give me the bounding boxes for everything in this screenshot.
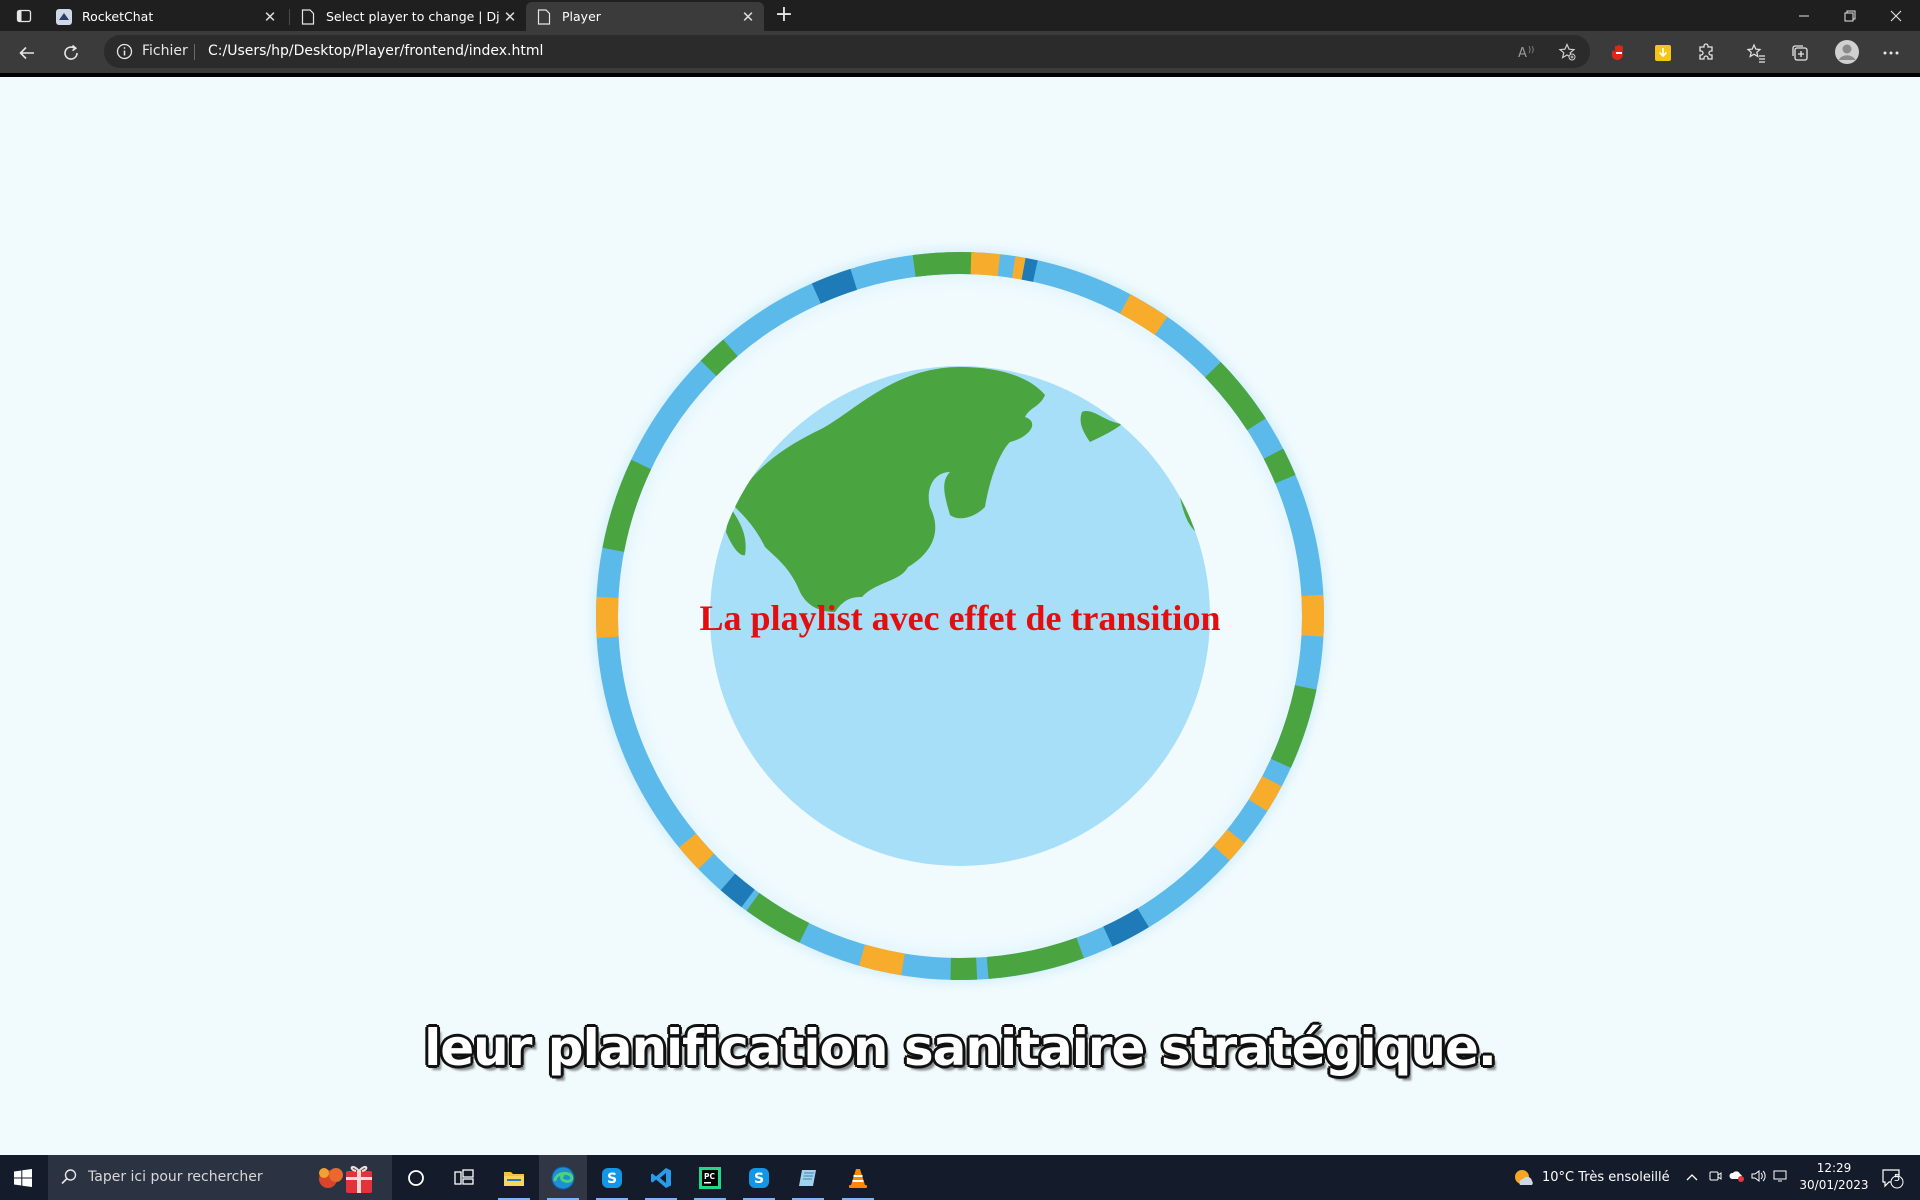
windows-start-icon[interactable] — [0, 1155, 46, 1200]
refresh-icon[interactable] — [56, 38, 86, 68]
extensions-puzzle-icon[interactable] — [1696, 42, 1718, 64]
browser-toolbar: Fichier C:/Users/hp/Desktop/Player/front… — [0, 31, 1920, 73]
notification-center-icon[interactable]: 5 — [1880, 1155, 1904, 1200]
search-icon — [60, 1168, 78, 1186]
windows-taskbar: Taper ici pour rechercher S PC S 10°C Tr… — [0, 1155, 1920, 1200]
show-hidden-icons-icon[interactable] — [1680, 1170, 1704, 1185]
close-tab-icon[interactable]: ✕ — [500, 7, 520, 27]
notification-count: 5 — [1893, 1173, 1901, 1184]
close-window-button[interactable] — [1874, 0, 1918, 31]
svg-text:S: S — [754, 1171, 764, 1187]
skype-icon[interactable]: S — [735, 1155, 783, 1200]
notepad-icon[interactable] — [784, 1155, 832, 1200]
svg-text:)): )) — [1528, 45, 1534, 54]
weather-widget[interactable]: 10°C Très ensoleillé — [1512, 1155, 1670, 1200]
page-icon — [536, 8, 552, 25]
url-text[interactable]: C:/Users/hp/Desktop/Player/frontend/inde… — [208, 43, 543, 59]
page-icon — [300, 8, 316, 25]
search-placeholder: Taper ici pour rechercher — [88, 1169, 263, 1185]
more-options-icon[interactable] — [1880, 42, 1902, 64]
network-icon[interactable] — [1770, 1169, 1792, 1187]
info-icon[interactable] — [116, 43, 133, 60]
player-page: La playlist avec effet de transition leu… — [0, 77, 1920, 1155]
omnibox-divider — [194, 44, 195, 60]
tab-title: Player — [562, 9, 601, 24]
tab-rocketchat[interactable]: RocketChat ✕ — [46, 2, 286, 31]
back-arrow-icon[interactable] — [12, 38, 42, 68]
add-favorite-icon[interactable] — [1558, 43, 1576, 61]
weather-text: 10°C Très ensoleillé — [1542, 1170, 1670, 1185]
task-view-icon[interactable] — [440, 1155, 488, 1200]
rocketchat-icon — [56, 8, 72, 25]
clock-time: 12:29 — [1816, 1161, 1852, 1175]
cortana-icon[interactable] — [392, 1155, 440, 1200]
clock-date: 30/01/2023 — [1799, 1178, 1869, 1192]
read-aloud-icon[interactable]: A)) — [1518, 43, 1536, 61]
svg-text:PC: PC — [704, 1172, 715, 1181]
collections-icon[interactable] — [1789, 42, 1811, 64]
skype-icon[interactable]: S — [588, 1155, 636, 1200]
tray-icons[interactable] — [1680, 1155, 1792, 1200]
svg-text:A: A — [1518, 46, 1527, 60]
adblock-extension-icon[interactable] — [1608, 42, 1630, 64]
tab-title: RocketChat — [82, 9, 154, 24]
weather-sun-cloud-icon — [1515, 1169, 1533, 1185]
close-tab-icon[interactable]: ✕ — [260, 7, 280, 27]
profile-avatar-icon[interactable] — [1834, 39, 1860, 65]
address-bar[interactable]: Fichier C:/Users/hp/Desktop/Player/front… — [104, 35, 1590, 68]
new-tab-button[interactable]: + — [772, 4, 796, 28]
playlist-title: La playlist avec effet de transition — [699, 598, 1221, 638]
svg-text:S: S — [607, 1171, 617, 1187]
favorites-icon[interactable] — [1745, 42, 1767, 64]
file-explorer-icon[interactable] — [490, 1155, 538, 1200]
search-highlight-gift-icon — [316, 1161, 380, 1195]
browser-tab-bar: RocketChat ✕ Select player to change | D… — [0, 0, 1920, 31]
restore-button[interactable] — [1828, 0, 1872, 31]
onedrive-error-icon[interactable] — [1726, 1169, 1748, 1187]
pycharm-icon[interactable]: PC — [686, 1155, 734, 1200]
tab-title: Select player to change | Django — [326, 9, 500, 24]
vscode-icon[interactable] — [637, 1155, 685, 1200]
vlc-icon[interactable] — [834, 1155, 882, 1200]
volume-icon[interactable] — [1748, 1169, 1770, 1187]
close-tab-icon[interactable]: ✕ — [738, 7, 758, 27]
video-subtitle: leur planification sanitaire stratégique… — [424, 1019, 1497, 1077]
minimize-button[interactable] — [1782, 0, 1826, 31]
meet-now-icon[interactable] — [1704, 1169, 1726, 1187]
taskbar-search-box[interactable]: Taper ici pour rechercher — [48, 1155, 392, 1200]
taskbar-clock[interactable]: 12:29 30/01/2023 — [1794, 1160, 1874, 1194]
sticky-note-extension-icon[interactable] — [1652, 42, 1674, 64]
edge-icon[interactable] — [539, 1155, 587, 1200]
tab-player[interactable]: Player ✕ — [526, 2, 764, 31]
tab-actions-icon[interactable] — [14, 6, 34, 26]
tab-django-admin[interactable]: Select player to change | Django ✕ — [290, 2, 526, 31]
site-scheme-label: Fichier — [142, 43, 188, 59]
